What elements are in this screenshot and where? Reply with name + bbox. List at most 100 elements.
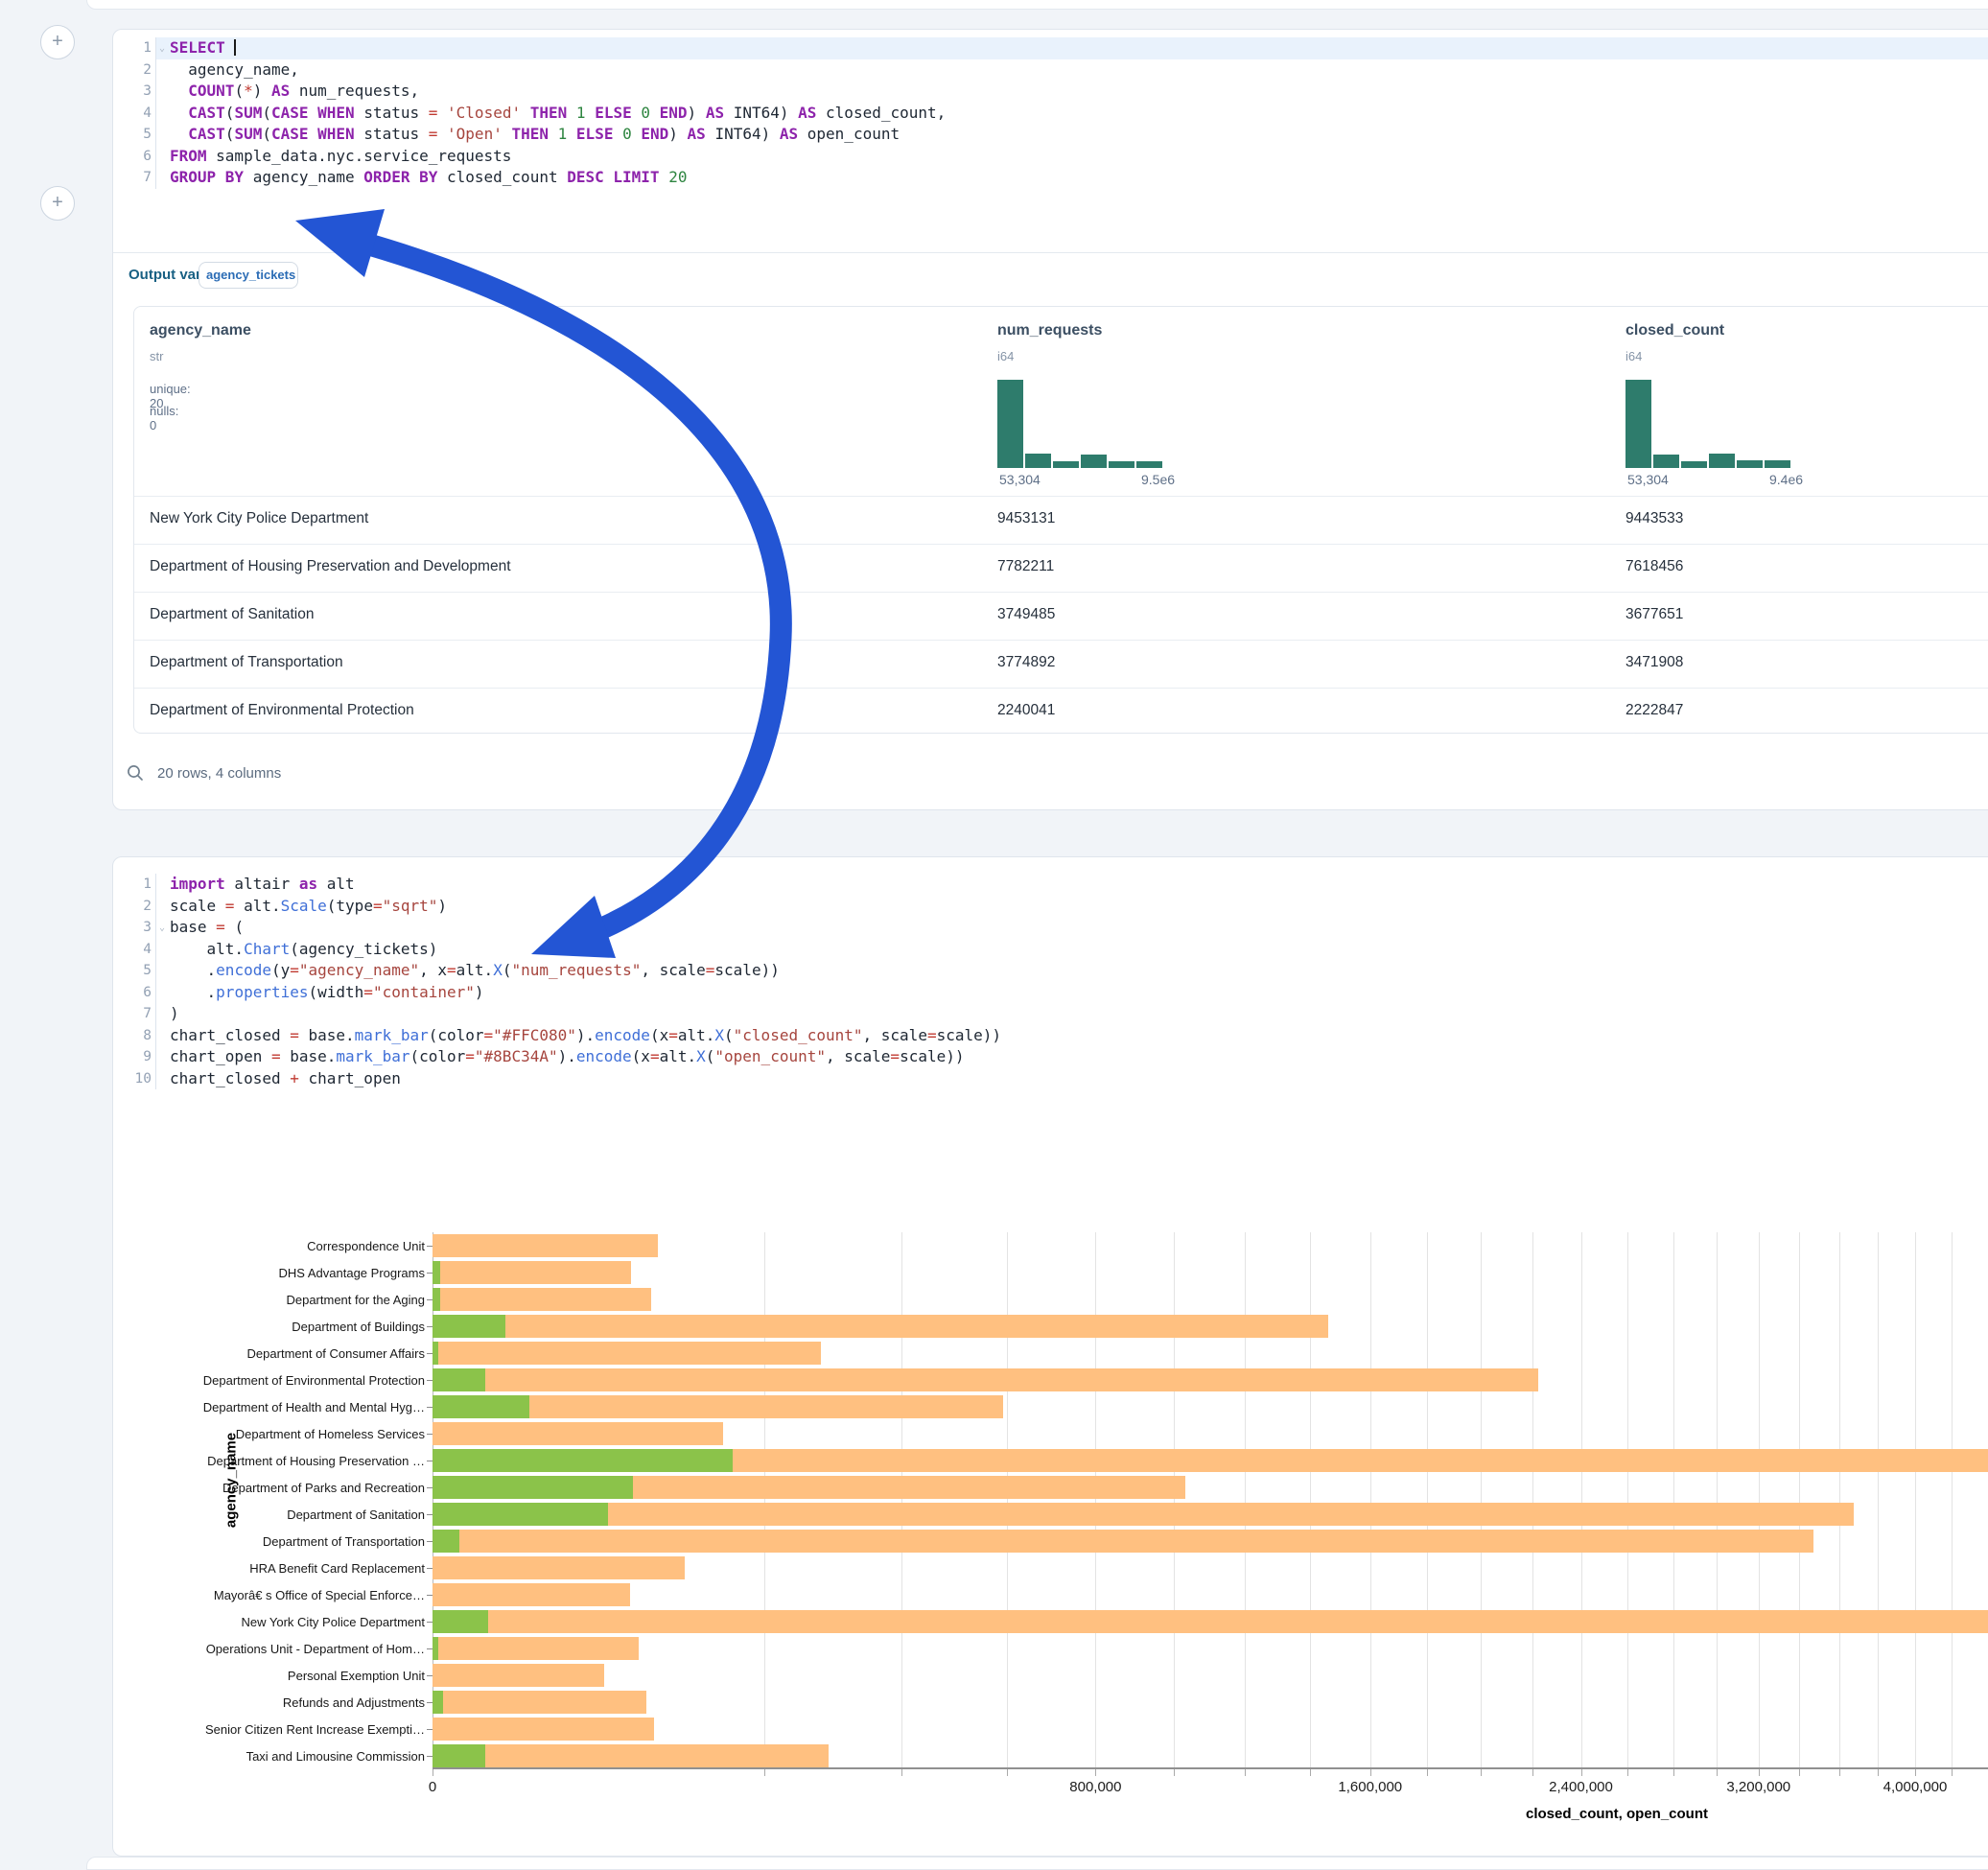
bar-open[interactable] bbox=[433, 1691, 443, 1714]
python-line[interactable]: 6 .properties(width="container") bbox=[113, 982, 1988, 1004]
x-axis-tick bbox=[1839, 1769, 1840, 1776]
sql-line[interactable]: 7GROUP BY agency_name ORDER BY closed_co… bbox=[113, 167, 1988, 189]
row-count-label: 20 rows, 4 columns bbox=[157, 765, 281, 782]
gridline bbox=[1370, 1232, 1371, 1769]
python-line[interactable]: 7) bbox=[113, 1003, 1988, 1025]
sql-line[interactable]: 5 CAST(SUM(CASE WHEN status = 'Open' THE… bbox=[113, 124, 1988, 146]
x-axis-tick bbox=[1174, 1769, 1175, 1776]
x-axis-tick bbox=[1673, 1769, 1674, 1776]
bar-closed[interactable] bbox=[433, 1610, 1988, 1633]
y-axis-label: Senior Citizen Rent Increase Exempti… bbox=[108, 1722, 425, 1737]
gridline bbox=[764, 1232, 765, 1769]
bar-closed[interactable] bbox=[433, 1664, 604, 1687]
bar-closed[interactable] bbox=[433, 1637, 639, 1660]
x-axis-tick-label: 3,200,000 bbox=[1701, 1779, 1816, 1795]
sql-line[interactable]: 1⌄SELECT bbox=[113, 37, 1988, 59]
y-axis-tick bbox=[427, 1326, 433, 1327]
gridline bbox=[1245, 1232, 1246, 1769]
gridline bbox=[1481, 1232, 1482, 1769]
x-axis-tick bbox=[1915, 1769, 1916, 1776]
line-number: 7 bbox=[113, 1003, 155, 1025]
line-number: 6 bbox=[113, 982, 155, 1004]
x-axis-tick-label: 4,000,000 bbox=[1858, 1779, 1973, 1795]
bar-closed[interactable] bbox=[433, 1691, 646, 1714]
bar-open[interactable] bbox=[433, 1261, 440, 1284]
y-axis-tick bbox=[427, 1702, 433, 1703]
bar-open[interactable] bbox=[433, 1449, 733, 1472]
search-icon[interactable] bbox=[127, 764, 144, 782]
python-line[interactable]: 2scale = alt.Scale(type="sqrt") bbox=[113, 896, 1988, 918]
bar-open[interactable] bbox=[433, 1288, 440, 1311]
table-row[interactable]: Department of Housing Preservation and D… bbox=[134, 544, 1988, 592]
bar-open[interactable] bbox=[433, 1476, 633, 1499]
line-number: 7 bbox=[113, 167, 155, 189]
x-axis-tick bbox=[1532, 1769, 1533, 1776]
y-axis-label: New York City Police Department bbox=[108, 1615, 425, 1629]
bar-closed[interactable] bbox=[433, 1530, 1813, 1553]
python-line[interactable]: 5 .encode(y="agency_name", x=alt.X("num_… bbox=[113, 960, 1988, 982]
add-cell-button-middle[interactable]: + bbox=[40, 186, 75, 221]
bar-open[interactable] bbox=[433, 1315, 505, 1338]
line-number: 4 bbox=[113, 103, 155, 125]
sql-line[interactable]: 4 CAST(SUM(CASE WHEN status = 'Closed' T… bbox=[113, 103, 1988, 125]
bar-open[interactable] bbox=[433, 1530, 459, 1553]
python-line[interactable]: 1import altair as alt bbox=[113, 874, 1988, 896]
gridline bbox=[1532, 1232, 1533, 1769]
fold-chevron-icon[interactable]: ⌄ bbox=[159, 918, 165, 940]
sql-line[interactable]: 3 COUNT(*) AS num_requests, bbox=[113, 81, 1988, 103]
bar-closed[interactable] bbox=[433, 1422, 723, 1445]
y-axis-label: HRA Benefit Card Replacement bbox=[108, 1561, 425, 1576]
bar-closed[interactable] bbox=[433, 1368, 1538, 1391]
sql-cell-card: 1⌄SELECT 2 agency_name,3 COUNT(*) AS num… bbox=[112, 29, 1988, 810]
bar-open[interactable] bbox=[433, 1637, 438, 1660]
bar-open[interactable] bbox=[433, 1503, 608, 1526]
output-variable-pill[interactable]: agency_tickets bbox=[199, 262, 298, 289]
bar-closed[interactable] bbox=[433, 1556, 685, 1579]
bar-closed[interactable] bbox=[433, 1288, 651, 1311]
bar-open[interactable] bbox=[433, 1395, 529, 1418]
bar-closed[interactable] bbox=[433, 1315, 1328, 1338]
line-number: 8 bbox=[113, 1025, 155, 1047]
bar-closed[interactable] bbox=[433, 1744, 829, 1767]
y-axis-tick bbox=[427, 1407, 433, 1408]
x-axis-tick bbox=[764, 1769, 765, 1776]
output-variable-row: Output variable: agency_tickets bbox=[113, 252, 1988, 307]
sql-code-editor[interactable]: 1⌄SELECT 2 agency_name,3 COUNT(*) AS num… bbox=[113, 37, 1988, 189]
python-line[interactable]: 9chart_open = base.mark_bar(color="#8BC3… bbox=[113, 1046, 1988, 1068]
y-axis-label: Department of Parks and Recreation bbox=[108, 1481, 425, 1495]
sql-line[interactable]: 6FROM sample_data.nyc.service_requests bbox=[113, 146, 1988, 168]
y-axis-tick bbox=[427, 1299, 433, 1300]
python-line[interactable]: 3⌄base = ( bbox=[113, 917, 1988, 939]
table-row[interactable]: Department of Environmental Protection22… bbox=[134, 688, 1988, 736]
y-axis-tick bbox=[427, 1675, 433, 1676]
python-line[interactable]: 8chart_closed = base.mark_bar(color="#FF… bbox=[113, 1025, 1988, 1047]
python-line[interactable]: 10chart_closed + chart_open bbox=[113, 1068, 1988, 1090]
bar-open[interactable] bbox=[433, 1342, 438, 1365]
line-number: 5 bbox=[113, 124, 155, 146]
previous-cell-edge bbox=[86, 0, 1988, 10]
bar-closed[interactable] bbox=[433, 1234, 658, 1257]
gridline bbox=[1839, 1232, 1840, 1769]
sql-line[interactable]: 2 agency_name, bbox=[113, 59, 1988, 82]
x-axis-tick-label: 800,000 bbox=[1038, 1779, 1153, 1795]
bar-open[interactable] bbox=[433, 1368, 485, 1391]
bar-closed[interactable] bbox=[433, 1503, 1854, 1526]
gridline bbox=[1310, 1232, 1311, 1769]
bar-closed[interactable] bbox=[433, 1583, 630, 1606]
x-axis-tick bbox=[1370, 1769, 1371, 1776]
bar-closed[interactable] bbox=[433, 1342, 821, 1365]
table-row[interactable]: New York City Police Department945313194… bbox=[134, 496, 1988, 544]
python-line[interactable]: 4 alt.Chart(agency_tickets) bbox=[113, 939, 1988, 961]
y-axis-tick bbox=[427, 1622, 433, 1623]
bar-open[interactable] bbox=[433, 1610, 488, 1633]
x-axis-tick bbox=[1581, 1769, 1582, 1776]
x-axis-tick-label: 1,600,000 bbox=[1313, 1779, 1428, 1795]
bar-closed[interactable] bbox=[433, 1261, 631, 1284]
python-code-editor[interactable]: 1import altair as alt2scale = alt.Scale(… bbox=[113, 874, 1988, 1089]
bar-closed[interactable] bbox=[433, 1718, 654, 1741]
table-row[interactable]: Department of Sanitation37494853677651 bbox=[134, 592, 1988, 640]
fold-chevron-icon[interactable]: ⌄ bbox=[159, 38, 165, 60]
table-row[interactable]: Department of Transportation377489234719… bbox=[134, 640, 1988, 688]
bar-open[interactable] bbox=[433, 1744, 485, 1767]
add-cell-button-top[interactable]: + bbox=[40, 25, 75, 59]
